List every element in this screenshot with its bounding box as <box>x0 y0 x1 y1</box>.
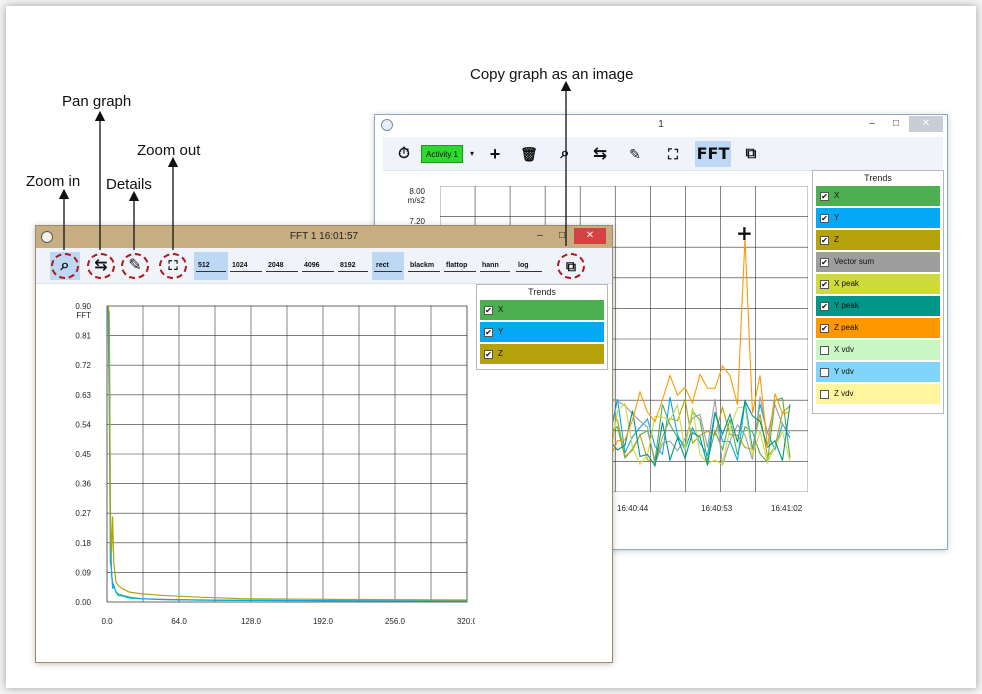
annotation-arrows <box>58 80 572 250</box>
